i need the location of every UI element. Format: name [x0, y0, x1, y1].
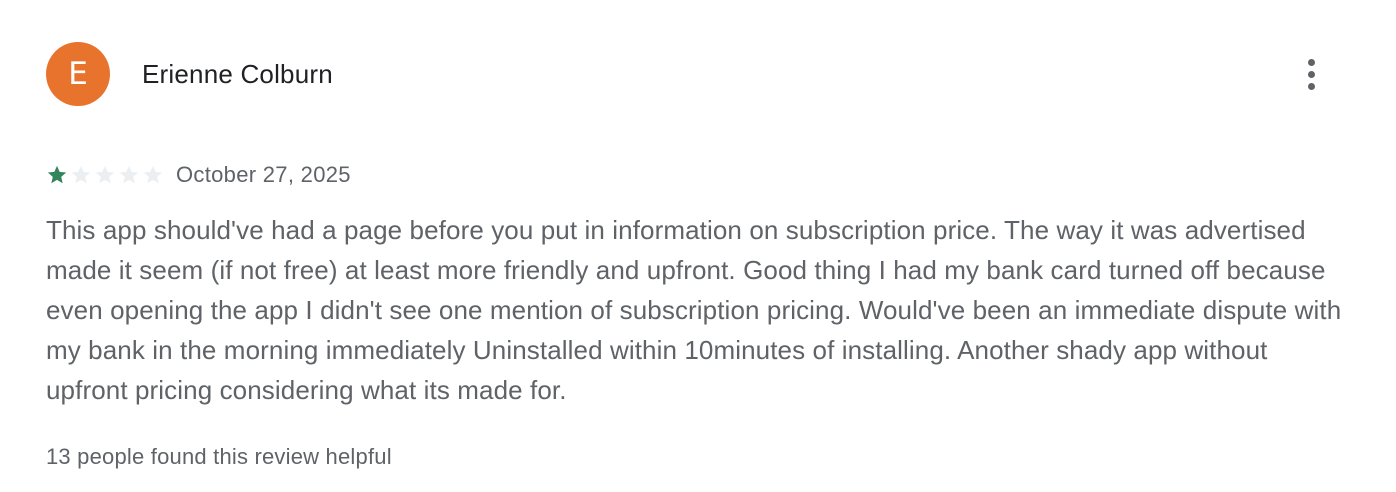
star-filled-icon	[47, 165, 67, 184]
star-empty-icon	[95, 165, 115, 184]
review-text: This app should've had a page before you…	[46, 215, 1342, 405]
reviewer-name: Erienne Colburn	[142, 58, 333, 89]
more-vert-icon	[1307, 58, 1315, 66]
star-empty-icon	[143, 165, 163, 184]
star-empty-icon	[119, 165, 139, 184]
helpful-count: 13 people found this review helpful	[46, 444, 392, 469]
star-empty-icon	[71, 165, 91, 184]
avatar-initial: E	[68, 56, 88, 92]
review-meta: October 27, 2025	[46, 160, 351, 190]
star-rating	[46, 164, 164, 186]
more-options-button[interactable]	[1296, 54, 1326, 94]
avatar: E	[46, 42, 110, 106]
review-date: October 27, 2025	[176, 162, 351, 187]
review-header: E Erienne Colburn	[46, 42, 1346, 106]
review-card: E Erienne Colburn October 27, 2025 This …	[0, 0, 1396, 492]
